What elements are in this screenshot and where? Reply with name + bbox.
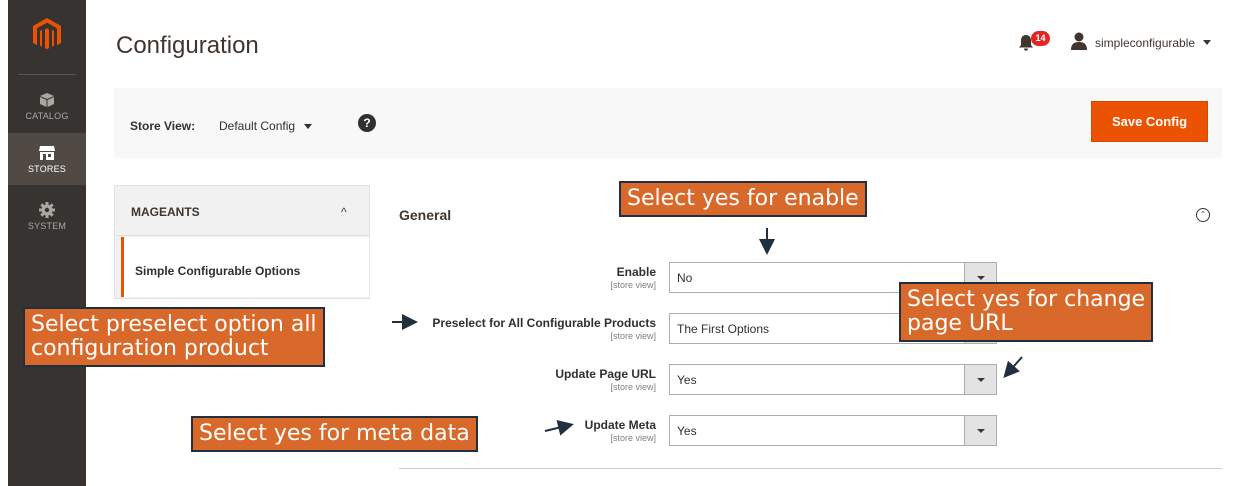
sidebar-item-catalog[interactable]: CATALOG bbox=[8, 80, 86, 132]
sidebar-item-label: STORES bbox=[27, 163, 67, 174]
annotation-text: page URL bbox=[907, 311, 1013, 336]
help-icon[interactable]: ? bbox=[358, 114, 376, 132]
magento-logo-icon[interactable] bbox=[8, 18, 86, 66]
tab-simple-configurable-options[interactable]: Simple Configurable Options bbox=[121, 237, 369, 297]
notification-count-badge[interactable]: 14 bbox=[1031, 31, 1050, 46]
chevron-down-icon[interactable] bbox=[964, 416, 996, 445]
sidebar-item-label: CATALOG bbox=[25, 110, 69, 121]
admin-sidebar: CATALOG STORES SYSTEM bbox=[8, 0, 86, 486]
chevron-down-icon[interactable] bbox=[304, 124, 312, 129]
select-value: The First Options bbox=[677, 322, 770, 336]
store-view-switcher[interactable]: Default Config bbox=[219, 119, 295, 133]
tab-group-label: MAGEANTS bbox=[131, 205, 200, 219]
chevron-down-icon[interactable] bbox=[1203, 40, 1211, 45]
chevron-down-icon[interactable] bbox=[964, 365, 996, 394]
arrow-page-url bbox=[1003, 356, 1023, 378]
arrow-meta bbox=[544, 420, 574, 436]
field-scope: [store view] bbox=[610, 382, 656, 392]
catalog-box-icon bbox=[40, 92, 54, 107]
field-label-enable: Enable bbox=[616, 265, 656, 279]
annotation-meta: Select yes for meta data bbox=[191, 416, 478, 452]
sidebar-item-system[interactable]: SYSTEM bbox=[8, 190, 86, 242]
annotation-text: Select yes for enable bbox=[627, 186, 859, 211]
config-tabs: MAGEANTS ^ Simple Configurable Options bbox=[114, 185, 370, 299]
sidebar-item-stores[interactable]: STORES bbox=[8, 133, 86, 185]
annotation-page-url: Select yes for change page URL bbox=[899, 282, 1154, 342]
field-scope: [store view] bbox=[610, 280, 656, 290]
tab-group-mageants[interactable]: MAGEANTS ^ bbox=[115, 186, 369, 236]
field-label-update-meta: Update Meta bbox=[584, 418, 656, 432]
field-scope: [store view] bbox=[610, 433, 656, 443]
sidebar-divider bbox=[18, 74, 76, 75]
store-icon bbox=[39, 145, 55, 160]
annotation-text: Select yes for change bbox=[907, 287, 1146, 312]
chevron-up-icon[interactable]: ^ bbox=[341, 205, 347, 219]
collapse-icon[interactable]: ⌃ bbox=[1196, 208, 1210, 222]
user-account-name[interactable]: simpleconfigurable bbox=[1095, 36, 1195, 50]
save-config-button[interactable]: Save Config bbox=[1091, 101, 1208, 142]
section-title[interactable]: General bbox=[399, 207, 451, 223]
annotation-enable: Select yes for enable bbox=[619, 181, 867, 217]
field-scope: [store view] bbox=[610, 331, 656, 341]
select-value: Yes bbox=[677, 424, 697, 438]
field-label-preselect: Preselect for All Configurable Products bbox=[432, 316, 656, 330]
select-value: No bbox=[677, 271, 693, 285]
store-view-bar: Store View: Default Config ? Save Config bbox=[114, 88, 1222, 158]
gear-icon bbox=[39, 201, 55, 218]
annotation-preselect: Select preselect option all configuratio… bbox=[23, 307, 325, 367]
page-title: Configuration bbox=[116, 32, 259, 59]
user-icon[interactable] bbox=[1070, 32, 1088, 50]
annotation-text: Select preselect option all bbox=[31, 312, 317, 337]
select-value: Yes bbox=[677, 373, 697, 387]
sidebar-item-label: SYSTEM bbox=[27, 220, 67, 231]
field-label-update-page-url: Update Page URL bbox=[555, 367, 656, 381]
section-divider bbox=[399, 468, 1222, 469]
tab-item-label: Simple Configurable Options bbox=[135, 264, 301, 278]
store-view-label: Store View: bbox=[130, 119, 196, 133]
update-page-url-select[interactable]: Yes bbox=[669, 364, 997, 395]
annotation-text: Select yes for meta data bbox=[199, 421, 470, 446]
update-meta-select[interactable]: Yes bbox=[669, 415, 997, 446]
annotation-text: configuration product bbox=[31, 336, 269, 361]
